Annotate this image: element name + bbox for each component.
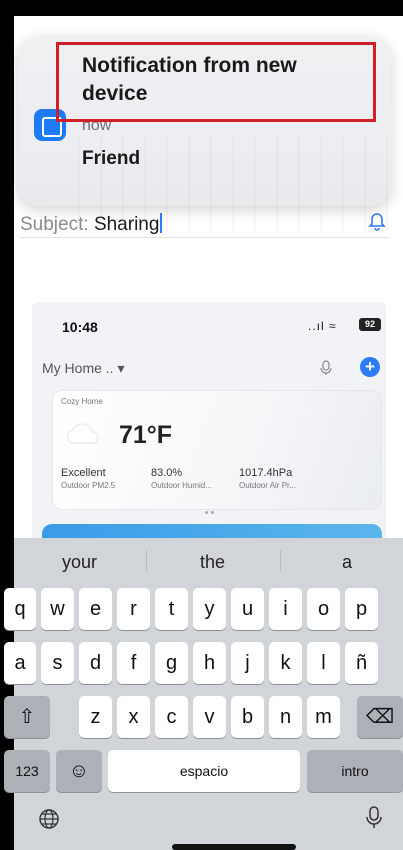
key-m[interactable]: m [307,696,340,738]
key-l[interactable]: l [307,642,340,684]
delete-key[interactable]: ⌫ [357,696,403,738]
weather-temperature: 71°F [119,421,173,449]
key-w[interactable]: w [41,588,74,630]
key-r[interactable]: r [117,588,150,630]
key-o[interactable]: o [307,588,340,630]
dictation-microphone-icon[interactable] [364,806,384,830]
weather-card: Cozy Home 71°F Excellent Outdoor PM2.5 8… [52,390,382,514]
keyboard: your the a q w e r t y u i o p a s d f g… [4,538,403,850]
key-n[interactable]: n [269,696,302,738]
key-p[interactable]: p [345,588,378,630]
metric-humidity: 83.0% Outdoor Humid... [151,467,212,490]
emoji-key[interactable]: ☺ [56,750,102,792]
screenshot-time: 10:48 [62,319,98,335]
signal-icon: ..ıl ≈ [308,319,337,333]
highlight-box [56,42,376,122]
metric-pm25: Excellent Outdoor PM2.5 [61,467,115,490]
battery-icon: 92 [359,318,381,331]
metric-air-pressure: 1017.4hPa Outdoor Air Pr... [239,467,296,490]
key-k[interactable]: k [269,642,302,684]
key-n-tilde[interactable]: ñ [345,642,378,684]
return-key[interactable]: intro [307,750,403,792]
microphone-icon [320,360,332,375]
weather-home-name: Cozy Home [61,397,103,406]
page-dots [205,501,221,514]
metric-value: 83.0% [151,467,183,479]
key-i[interactable]: i [269,588,302,630]
key-t[interactable]: t [155,588,188,630]
key-g[interactable]: g [155,642,188,684]
key-c[interactable]: c [155,696,188,738]
suggestion-divider [146,550,147,572]
add-icon: + [360,357,380,377]
key-v[interactable]: v [193,696,226,738]
home-selector: My Home .. ▾ [42,360,125,376]
suggestion-item[interactable]: your [62,552,97,573]
key-j[interactable]: j [231,642,264,684]
metric-value: 1017.4hPa [239,467,293,479]
globe-icon[interactable] [38,808,60,830]
suggestion-divider [280,550,281,572]
numbers-key[interactable]: 123 [4,750,50,792]
key-a[interactable]: a [4,642,36,684]
key-s[interactable]: s [41,642,74,684]
metric-label: Outdoor PM2.5 [61,481,116,490]
cloud-icon [66,423,99,444]
key-h[interactable]: h [193,642,226,684]
space-key[interactable]: espacio [108,750,300,792]
key-q[interactable]: q [4,588,36,630]
key-y[interactable]: y [193,588,226,630]
key-b[interactable]: b [231,696,264,738]
suggestion-item[interactable]: the [200,552,225,573]
key-f[interactable]: f [117,642,150,684]
key-d[interactable]: d [79,642,112,684]
metric-label: Outdoor Air Pr... [239,481,296,490]
attached-screenshot: 10:48 ..ıl ≈ 92 My Home .. ▾ + Cozy Home… [32,302,386,552]
shift-key[interactable]: ⇧ [4,696,50,738]
home-indicator [172,844,296,850]
suggestion-item[interactable]: a [342,552,352,573]
key-x[interactable]: x [117,696,150,738]
metric-value: Excellent [61,467,106,479]
notification-body: Friend [82,148,141,169]
key-u[interactable]: u [231,588,264,630]
key-e[interactable]: e [79,588,112,630]
metric-label: Outdoor Humid... [151,481,212,490]
suggestion-bar: your the a [14,538,403,586]
key-z[interactable]: z [79,696,112,738]
